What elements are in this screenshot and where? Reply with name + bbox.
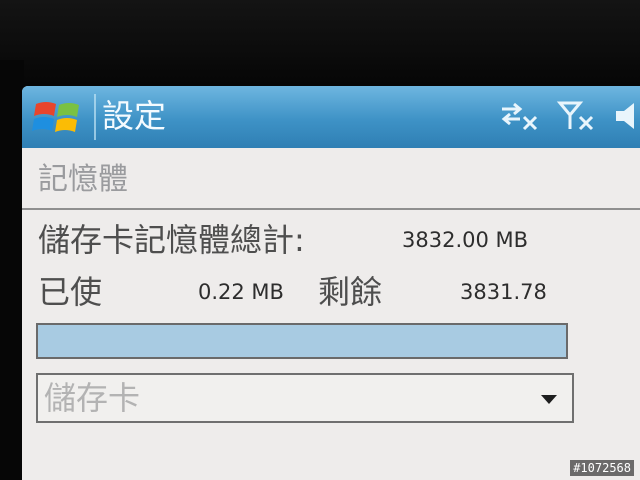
device-bezel-left <box>0 60 24 480</box>
total-value: 3832.00 MB <box>402 228 529 252</box>
title-separator <box>94 94 96 140</box>
usage-progress-bar <box>36 323 568 359</box>
signal-off-icon[interactable] <box>556 99 598 133</box>
section-title: 記憶體 <box>38 162 128 197</box>
app-title: 設定 <box>102 97 167 135</box>
storage-location-select[interactable]: 儲存卡 <box>36 373 574 423</box>
image-watermark: #1072568 <box>570 460 634 476</box>
usage-progress-fill <box>38 325 566 357</box>
used-label: 已使 <box>38 273 103 311</box>
usage-row: 已使 0.22 MB 剩餘 3831.78 <box>38 272 598 312</box>
used-value: 0.22 MB <box>198 280 284 304</box>
dropdown-arrow-icon[interactable] <box>540 393 558 405</box>
speaker-icon[interactable] <box>614 99 636 133</box>
connectivity-icon[interactable] <box>498 99 540 133</box>
section-divider <box>22 208 640 210</box>
start-button[interactable] <box>28 92 90 142</box>
status-icons <box>498 96 640 136</box>
device-bezel-top <box>0 0 640 92</box>
device-screen: 設定 記憶體 儲存卡記憶體總計: 3832.00 MB 已使 0.22 MB 剩… <box>22 86 640 480</box>
free-label: 剩餘 <box>318 273 383 311</box>
free-value: 3831.78 <box>460 280 547 304</box>
title-bar: 設定 <box>22 86 640 148</box>
storage-location-value: 儲存卡 <box>44 379 141 417</box>
total-row: 儲存卡記憶體總計: 3832.00 MB <box>38 220 598 260</box>
windows-flag-icon <box>32 102 79 132</box>
total-label: 儲存卡記憶體總計: <box>38 221 305 259</box>
